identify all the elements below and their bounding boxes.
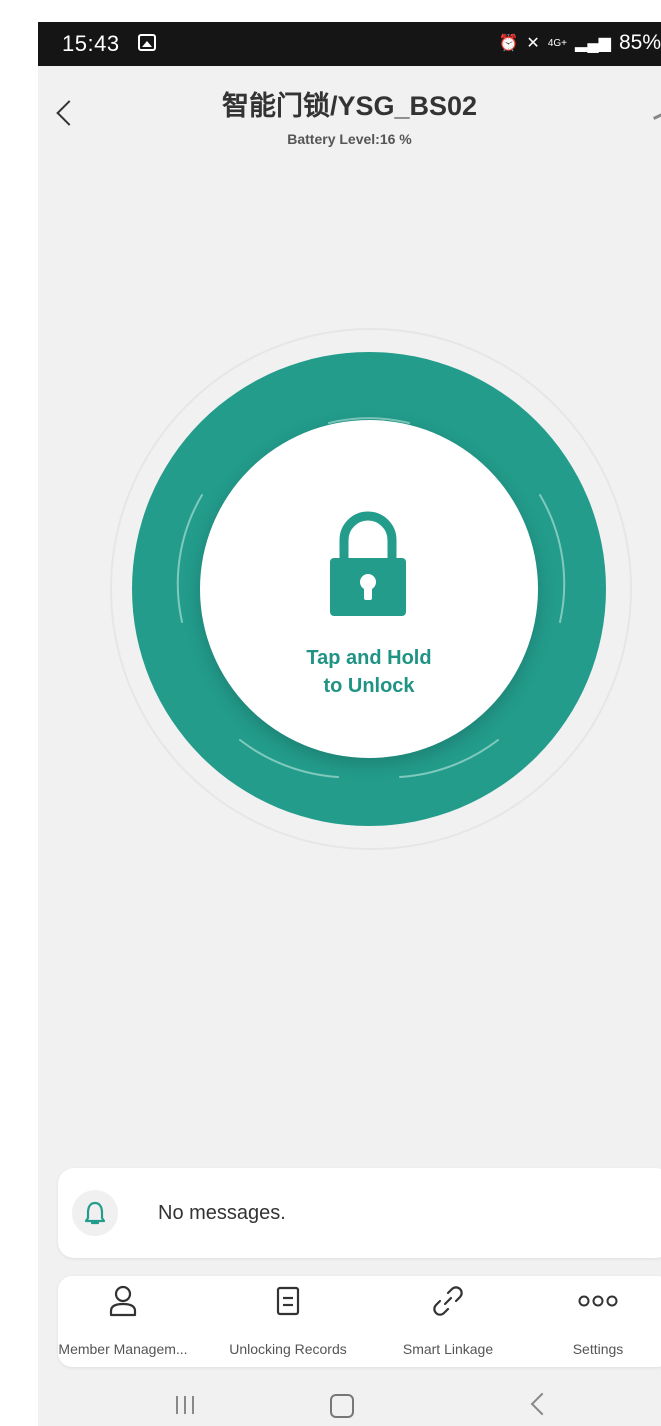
top-margin <box>0 0 661 22</box>
recent-apps-button[interactable] <box>176 1396 200 1419</box>
battery-percent: 85% <box>618 31 661 54</box>
battery-level: Battery Level:16 % <box>287 131 412 147</box>
status-bar: 15:43 ⏰ ✕ 4G+ ▂▄▆ 85% <box>38 22 661 66</box>
bottom-tab-bar: Member Managem... Unlocking Records Smar… <box>58 1276 661 1367</box>
tab-member-management[interactable]: Member Managem... <box>38 1276 208 1367</box>
left-margin <box>0 0 38 1426</box>
signal-icon: ▂▄▆ <box>575 35 611 52</box>
tab-label: Unlocking Records <box>229 1341 347 1357</box>
tab-settings[interactable]: Settings <box>528 1276 661 1367</box>
tab-unlocking-records[interactable]: Unlocking Records <box>218 1276 358 1367</box>
tab-smart-linkage[interactable]: Smart Linkage <box>378 1276 518 1367</box>
network-type: 4G+ <box>547 37 568 49</box>
records-icon <box>276 1286 300 1316</box>
gallery-notification-icon <box>138 34 156 51</box>
unlock-label: Tap and Hold to Unlock <box>200 644 538 700</box>
status-icons: ⏰ ✕ 4G+ ▂▄▆ 85% <box>499 31 661 55</box>
bell-badge <box>72 1190 118 1236</box>
message-bar[interactable]: No messages. <box>58 1168 661 1258</box>
more-dots-icon <box>578 1295 618 1307</box>
bell-icon <box>84 1201 106 1225</box>
phone-screen: 15:43 ⏰ ✕ 4G+ ▂▄▆ 85% 智能门锁/YSG_BS02 Batt… <box>38 22 661 1426</box>
link-icon <box>433 1286 463 1316</box>
mute-icon: ✕ <box>526 35 540 52</box>
system-nav-bar <box>38 1382 661 1426</box>
home-button[interactable] <box>330 1394 354 1418</box>
page-title: 智能门锁/YSG_BS02 <box>221 91 478 121</box>
message-text: No messages. <box>158 1202 286 1224</box>
status-time: 15:43 <box>62 31 120 56</box>
unlock-label-line2: to Unlock <box>323 675 415 697</box>
system-back-button[interactable] <box>530 1392 554 1416</box>
unlock-label-line1: Tap and Hold <box>306 647 432 669</box>
tab-label: Member Managem... <box>58 1341 188 1357</box>
alarm-icon: ⏰ <box>498 35 519 52</box>
person-icon <box>109 1285 137 1317</box>
tab-label: Smart Linkage <box>402 1341 494 1357</box>
lock-icon <box>330 511 406 616</box>
tab-label: Settings <box>572 1341 624 1357</box>
